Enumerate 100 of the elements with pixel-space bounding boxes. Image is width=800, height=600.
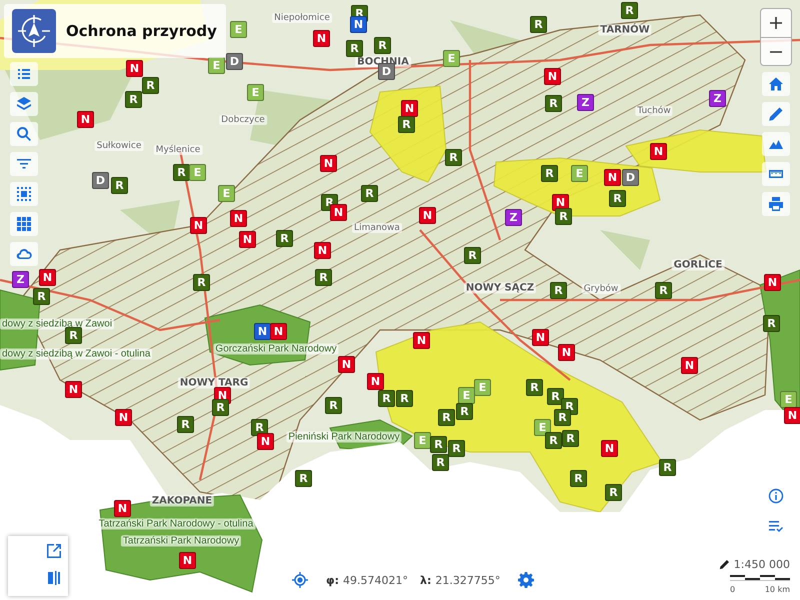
map-marker[interactable]: R — [448, 440, 465, 457]
map-marker[interactable]: N — [604, 169, 621, 186]
map-marker[interactable]: Z — [709, 90, 726, 107]
cloud-button[interactable] — [10, 242, 38, 266]
map-marker[interactable]: N — [230, 210, 247, 227]
map-marker[interactable]: R — [361, 185, 378, 202]
printer-button[interactable] — [762, 192, 790, 216]
layers-button[interactable] — [10, 92, 38, 116]
map-marker[interactable]: N — [39, 269, 56, 286]
map-marker[interactable]: R — [432, 454, 449, 471]
ruler-button[interactable] — [762, 162, 790, 186]
map-marker[interactable]: N — [270, 323, 287, 340]
selection-button[interactable] — [10, 182, 38, 206]
map-marker[interactable]: R — [547, 388, 564, 405]
map-marker[interactable]: R — [125, 91, 142, 108]
map-marker[interactable]: R — [545, 95, 562, 112]
map-marker[interactable]: R — [398, 116, 415, 133]
map-marker[interactable]: D — [622, 169, 639, 186]
map-marker[interactable]: R — [763, 315, 780, 332]
map-marker[interactable]: R — [430, 436, 447, 453]
map-marker[interactable]: R — [609, 190, 626, 207]
map-marker[interactable]: R — [315, 269, 332, 286]
map-marker[interactable]: R — [374, 37, 391, 54]
map-marker[interactable]: N — [257, 433, 274, 450]
swap-panel-icon[interactable] — [46, 570, 62, 586]
map-marker[interactable]: R — [562, 430, 579, 447]
map-marker[interactable]: N — [330, 204, 347, 221]
map-marker[interactable]: D — [226, 53, 243, 70]
map-marker[interactable]: N — [544, 68, 561, 85]
map-marker[interactable]: R — [545, 432, 562, 449]
map-marker[interactable]: Z — [12, 271, 29, 288]
map-marker[interactable]: R — [396, 390, 413, 407]
map-marker[interactable]: R — [346, 40, 363, 57]
map-marker[interactable]: R — [212, 399, 229, 416]
map-marker[interactable]: N — [65, 381, 82, 398]
open-external-icon[interactable] — [46, 543, 62, 559]
map-marker[interactable]: N — [77, 111, 94, 128]
map-marker[interactable]: N — [115, 409, 132, 426]
map-marker[interactable]: Z — [505, 209, 522, 226]
map-marker[interactable]: N — [179, 552, 196, 569]
map-marker[interactable]: R — [605, 484, 622, 501]
map-marker[interactable]: R — [65, 327, 82, 344]
map-marker[interactable]: Z — [577, 94, 594, 111]
map-marker[interactable]: R — [251, 419, 268, 436]
grid-button[interactable] — [10, 212, 38, 236]
map-marker[interactable]: N — [126, 60, 143, 77]
map-marker[interactable]: N — [338, 356, 355, 373]
map-marker[interactable]: N — [558, 344, 575, 361]
map-marker[interactable]: D — [378, 63, 395, 80]
map-marker[interactable]: R — [33, 288, 50, 305]
map-marker[interactable]: R — [555, 208, 572, 225]
map-marker[interactable]: N — [313, 30, 330, 47]
map-marker[interactable]: N — [114, 500, 131, 517]
map-marker[interactable]: R — [111, 177, 128, 194]
map-marker[interactable]: N — [532, 329, 549, 346]
map-marker[interactable]: N — [350, 16, 367, 33]
map-marker[interactable]: R — [142, 77, 159, 94]
map-marker[interactable]: R — [445, 149, 462, 166]
map-marker[interactable]: R — [621, 2, 638, 19]
map-marker[interactable]: R — [295, 470, 312, 487]
map-marker[interactable]: N — [681, 357, 698, 374]
map-marker[interactable]: R — [541, 165, 558, 182]
search-button[interactable] — [10, 122, 38, 146]
home-button[interactable] — [762, 72, 790, 96]
map-marker[interactable]: R — [655, 282, 672, 299]
map-marker[interactable]: R — [276, 230, 293, 247]
map-marker[interactable]: N — [401, 100, 418, 117]
map-marker[interactable]: R — [526, 379, 543, 396]
map-marker[interactable]: R — [659, 459, 676, 476]
map-marker[interactable]: N — [367, 373, 384, 390]
map-marker[interactable]: R — [378, 390, 395, 407]
map-marker[interactable]: R — [193, 274, 210, 291]
map-marker[interactable]: R — [173, 164, 190, 181]
map-marker[interactable]: N — [314, 242, 331, 259]
mountains-button[interactable] — [762, 132, 790, 156]
pencil-button[interactable] — [762, 102, 790, 126]
map-marker[interactable]: N — [784, 407, 800, 424]
map-marker[interactable]: N — [239, 231, 256, 248]
filter-button[interactable] — [10, 152, 38, 176]
map-marker[interactable]: R — [177, 416, 194, 433]
map-marker[interactable]: N — [190, 217, 207, 234]
map-marker[interactable]: R — [570, 470, 587, 487]
map-marker[interactable]: N — [419, 207, 436, 224]
list-button[interactable] — [10, 62, 38, 86]
overview-map[interactable] — [8, 536, 68, 596]
map-marker[interactable]: R — [530, 16, 547, 33]
map-marker[interactable]: D — [92, 172, 109, 189]
map-marker[interactable]: N — [254, 323, 271, 340]
map-marker[interactable]: N — [764, 274, 781, 291]
checklist-icon — [768, 518, 784, 534]
map-marker[interactable]: R — [554, 409, 571, 426]
map-marker[interactable]: N — [601, 440, 618, 457]
map-marker[interactable]: R — [464, 247, 481, 264]
map-marker[interactable]: R — [438, 409, 455, 426]
map-marker[interactable]: N — [650, 143, 667, 160]
map-marker[interactable]: N — [413, 332, 430, 349]
map-marker[interactable]: R — [550, 282, 567, 299]
map-marker[interactable]: R — [456, 403, 473, 420]
map-marker[interactable]: R — [325, 397, 342, 414]
map-marker[interactable]: N — [320, 155, 337, 172]
